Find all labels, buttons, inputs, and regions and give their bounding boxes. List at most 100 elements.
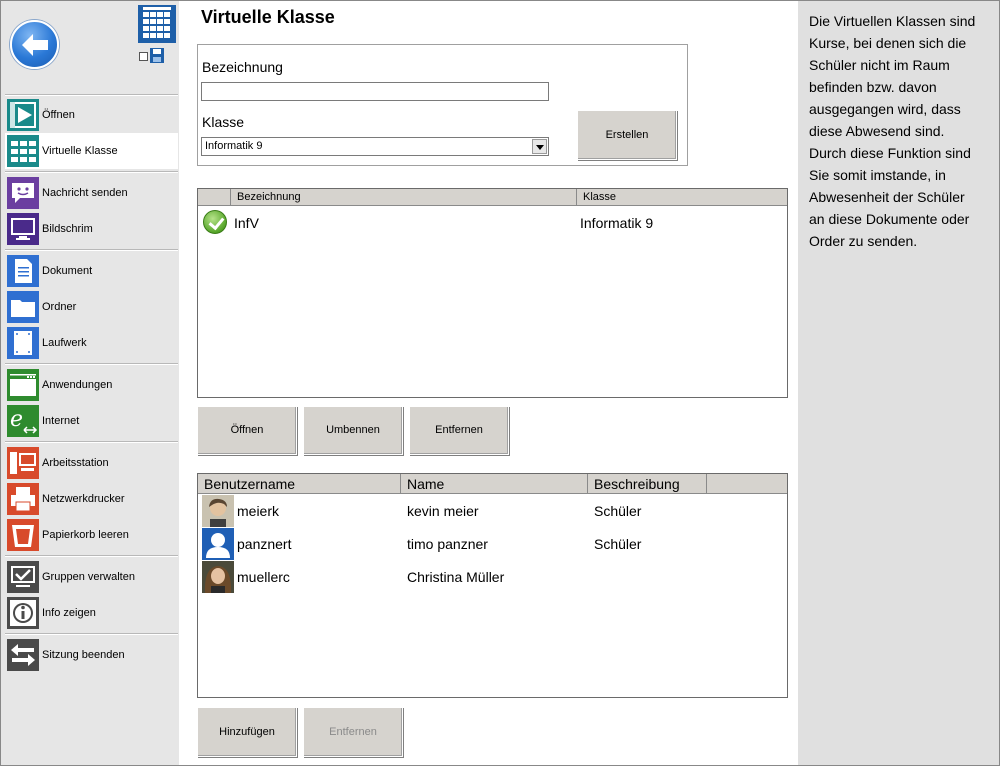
save-icon[interactable] [150,48,164,63]
column-header-bezeichnung[interactable]: Bezeichnung [231,189,577,205]
sidebar-item-virtuelle-klasse[interactable]: Virtuelle Klasse [5,133,178,169]
sidebar-separator [5,441,178,443]
sidebar-item-laufwerk[interactable]: Laufwerk [5,325,178,361]
klasse-select-value: Informatik 9 [205,140,263,152]
rename-class-button[interactable]: Umbennen [303,406,403,455]
sidebar-item-label: Info zeigen [42,607,96,619]
sidebar-item-label: Öffnen [42,109,75,121]
name-cell: kevin meier [407,503,479,519]
username-cell: meierk [237,503,280,519]
help-text-line: an diese Dokumente oder [809,211,970,227]
users-list[interactable]: Benutzername Name Beschreibung meierk ke… [197,473,788,698]
sidebar-item-label: Virtuelle Klasse [42,145,118,157]
help-text-line: diese Abwesend sind. [809,123,945,139]
klasse-label: Klasse [202,114,245,130]
remove-user-button[interactable]: Entfernen [303,707,403,757]
name-cell: timo panzner [407,536,488,552]
class-klasse-cell: Informatik 9 [580,215,654,231]
calendar-grid-icon[interactable] [138,5,176,43]
sidebar-item-nachricht-senden[interactable]: Nachricht senden [5,175,178,211]
users-list-header: Benutzername Name Beschreibung [198,474,787,494]
trash-icon [7,519,39,551]
table-row[interactable]: panznert timo panzner Schüler [198,527,787,560]
play-icon [7,99,39,131]
table-row[interactable]: meierk kevin meier Schüler [198,494,787,527]
sidebar-item-sitzung-beenden[interactable]: Sitzung beenden [5,637,178,673]
back-button[interactable] [10,20,59,69]
check-icon [203,210,227,234]
help-text-line: befinden bzw. davon [809,79,937,95]
description-cell: Schüler [594,536,642,552]
sidebar-separator [5,555,178,557]
svg-text:e: e [10,407,23,432]
sidebar-item-label: Papierkorb leeren [42,529,129,541]
printer-icon [7,483,39,515]
column-header-name[interactable]: Name [401,474,588,493]
sidebar-separator [5,633,178,635]
klasse-select[interactable]: Informatik 9 [201,137,549,156]
sidebar-separator [5,249,178,251]
help-text-line: Die Virtuellen Klassen sind [809,13,976,29]
sidebar-item-arbeitsstation[interactable]: Arbeitsstation [5,445,178,481]
sidebar-item-papierkorb-leeren[interactable]: Papierkorb leeren [5,517,178,553]
sidebar-item-label: Gruppen verwalten [42,571,135,583]
sidebar-item-netzwerkdrucker[interactable]: Netzwerkdrucker [5,481,178,517]
help-text-line: Durch diese Funktion sind [809,145,971,161]
sidebar-item-label: Bildschrim [42,223,93,235]
class-name-cell: InfV [234,215,259,231]
save-checkbox[interactable] [139,52,148,61]
table-row[interactable]: muellerc Christina Müller [198,560,787,593]
help-text-line: Abwesenheit der Schüler [809,189,965,205]
classes-list-header: Bezeichnung Klasse [198,189,787,206]
help-text-line: ausgegangen wird, dass [809,101,961,117]
bezeichnung-input[interactable] [201,82,549,101]
sidebar-separator [5,363,178,365]
sidebar-item-label: Internet [42,415,80,427]
message-icon [7,177,39,209]
sidebar-item-bildschrim[interactable]: Bildschrim [5,211,178,247]
workstation-icon [7,447,39,479]
open-class-button[interactable]: Öffnen [197,406,297,455]
monitor-icon [7,213,39,245]
sidebar-item-label: Dokument [42,265,93,277]
help-text-line: Sie somit imstande, in [809,167,946,183]
sidebar-item-label: Netzwerkdrucker [42,493,125,505]
chevron-down-icon[interactable] [532,139,547,154]
document-icon [7,255,39,287]
sidebar-item-info-zeigen[interactable]: Info zeigen [5,595,178,631]
username-cell: panznert [237,536,292,552]
create-button[interactable]: Erstellen [577,110,677,160]
sidebar-item-ordner[interactable]: Ordner [5,289,178,325]
column-header-klasse[interactable]: Klasse [577,189,787,205]
help-pane: Die Virtuellen Klassen sind Kurse, bei d… [798,1,999,765]
sidebar-item-anwendungen[interactable]: Anwendungen [5,367,178,403]
drive-icon [7,327,39,359]
remove-class-button[interactable]: Entfernen [409,406,509,455]
sidebar-separator [5,94,178,96]
sidebar-item-label: Ordner [42,301,77,313]
virtual-class-icon [7,135,39,167]
help-text-line: Schüler nicht im Raum [809,57,950,73]
sidebar-item-gruppen-verwalten[interactable]: Gruppen verwalten [5,559,178,595]
sidebar-item-dokument[interactable]: Dokument [5,253,178,289]
description-cell: Schüler [594,503,642,519]
column-header-status[interactable] [198,189,231,205]
column-header-benutzername[interactable]: Benutzername [198,474,401,493]
end-session-icon [7,639,39,671]
user-photo-avatar [202,561,234,593]
add-user-button[interactable]: Hinzufügen [197,707,297,757]
help-text: Die Virtuellen Klassen sind Kurse, bei d… [809,10,995,252]
table-row[interactable]: InfV Informatik 9 [198,207,787,237]
username-cell: muellerc [237,569,290,585]
classes-list[interactable]: Bezeichnung Klasse InfV Informatik 9 [197,188,788,398]
sidebar-item-label: Sitzung beenden [42,649,125,661]
sidebar-item-internet[interactable]: e Internet [5,403,178,439]
column-header-beschreibung[interactable]: Beschreibung [588,474,707,493]
sidebar-separator [5,171,178,173]
info-icon [7,597,39,629]
user-photo-avatar [202,495,234,527]
name-cell: Christina Müller [407,569,505,585]
page-title: Virtuelle Klasse [201,7,335,27]
sidebar-item-label: Laufwerk [42,337,87,349]
sidebar-item-oeffnen[interactable]: Öffnen [5,97,178,133]
